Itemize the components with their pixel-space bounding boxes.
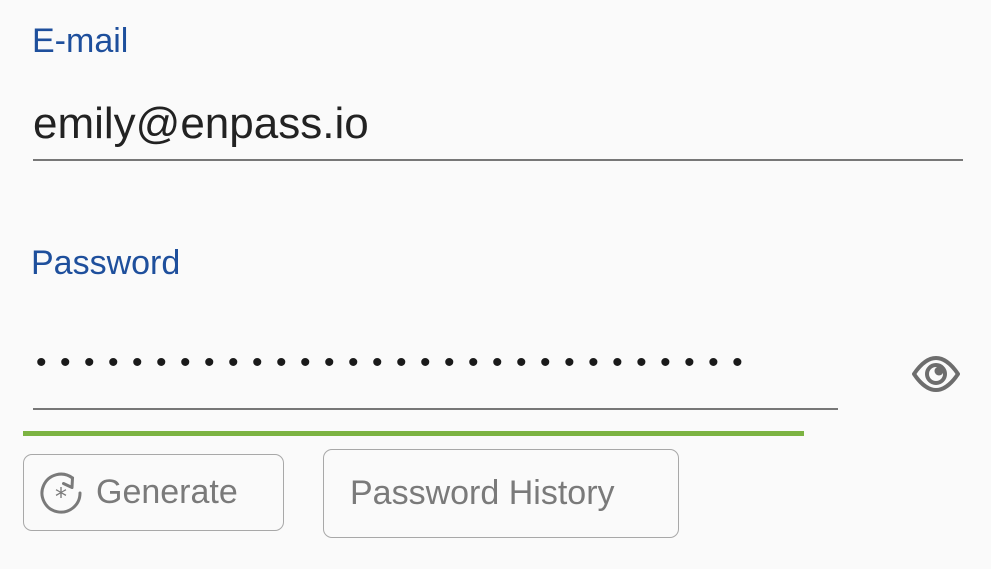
generate-button-label: Generate: [96, 473, 238, 511]
email-underline: [33, 159, 963, 161]
password-history-button-label: Password History: [350, 474, 615, 512]
svg-text:*: *: [55, 483, 67, 511]
email-field[interactable]: emily@enpass.io: [33, 102, 369, 146]
password-underline: [33, 408, 838, 410]
eye-icon: [912, 356, 960, 392]
show-password-toggle[interactable]: [908, 352, 964, 396]
email-label: E-mail: [32, 22, 129, 60]
password-strength-bar: [23, 431, 804, 436]
generate-button[interactable]: * Generate: [23, 454, 284, 531]
password-field[interactable]: ••••••••••••••••••••••••••••••: [36, 348, 756, 378]
password-label: Password: [31, 244, 181, 282]
password-history-button[interactable]: Password History: [323, 449, 679, 538]
refresh-asterisk-icon: *: [40, 472, 82, 514]
